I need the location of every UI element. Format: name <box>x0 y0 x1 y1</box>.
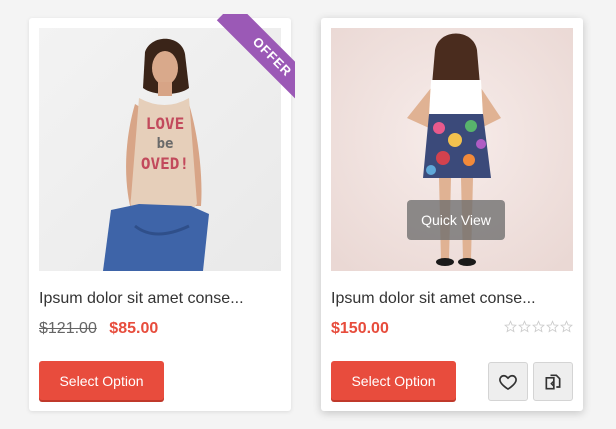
offer-badge: OFFER <box>216 14 295 106</box>
select-option-button[interactable]: Select Option <box>331 361 456 400</box>
heart-icon <box>499 374 517 390</box>
star-empty-icon <box>560 320 573 333</box>
star-empty-icon <box>518 320 531 333</box>
shirt-print-line: be <box>156 136 174 152</box>
offer-ribbon: OFFER <box>203 14 295 106</box>
product-grid: LOVE be OVED! OFFER Ipsum dolor sit amet… <box>0 0 616 429</box>
star-empty-icon <box>504 320 517 333</box>
product-card: Quick View Ipsum dolor sit amet conse...… <box>321 18 583 411</box>
shirt-print-line: OVED! <box>140 154 190 173</box>
compare-icon <box>545 374 561 389</box>
star-empty-icon <box>546 320 559 333</box>
price-row: $121.00 $85.00 <box>39 320 158 338</box>
price-row: $150.00 <box>331 320 389 338</box>
product-title[interactable]: Ipsum dolor sit amet conse... <box>331 290 536 308</box>
price: $150.00 <box>331 320 389 337</box>
product-image[interactable]: Quick View <box>331 28 573 271</box>
old-price: $121.00 <box>39 320 97 337</box>
product-card: LOVE be OVED! OFFER Ipsum dolor sit amet… <box>29 14 295 411</box>
star-empty-icon <box>532 320 545 333</box>
rating-stars <box>504 320 573 333</box>
quick-view-button[interactable]: Quick View <box>407 200 505 240</box>
sale-price: $85.00 <box>109 320 159 337</box>
select-option-button[interactable]: Select Option <box>39 361 164 400</box>
product-title[interactable]: Ipsum dolor sit amet conse... <box>39 290 244 308</box>
wishlist-button[interactable] <box>488 362 528 401</box>
shirt-print-line: LOVE <box>145 114 185 133</box>
compare-button[interactable] <box>533 362 573 401</box>
shirt-print: LOVE be OVED! <box>131 114 199 174</box>
